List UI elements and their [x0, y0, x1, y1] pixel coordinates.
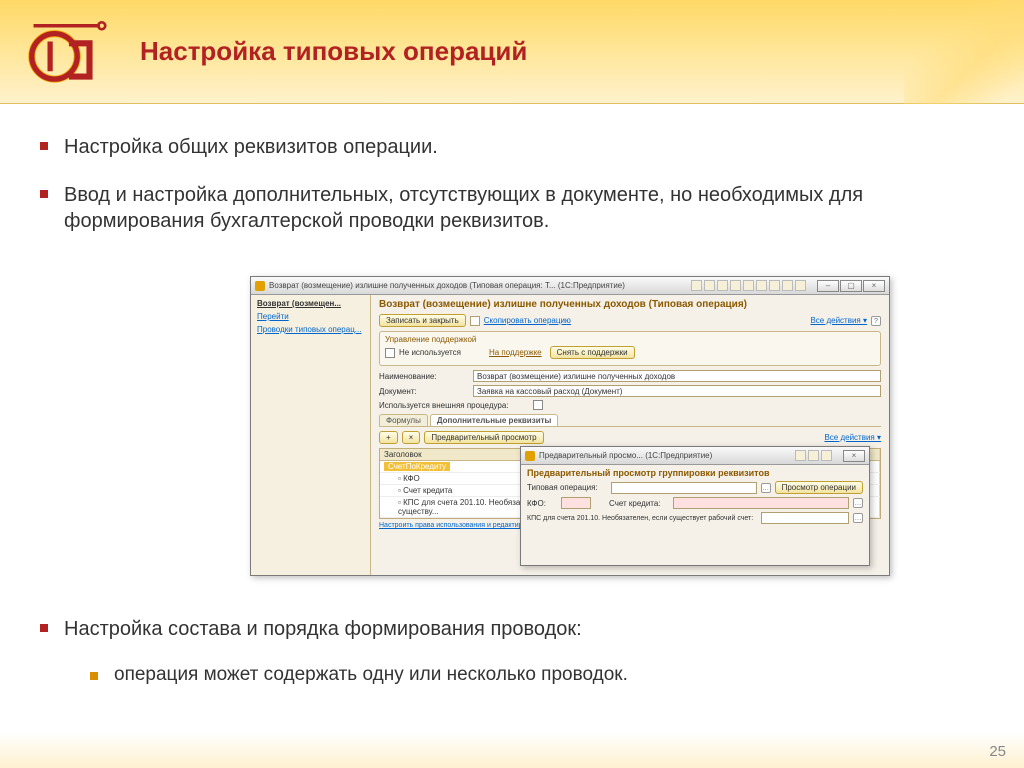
title-toolbar[interactable] — [691, 280, 806, 291]
bullet-3: Настройка состава и порядка формирования… — [40, 616, 984, 642]
grid-toolbar: + × Предварительный просмотр Все действи… — [379, 431, 881, 444]
popup-kps-label: КПС для счета 201.10. Необязателен, если… — [527, 515, 757, 522]
sidebar-link-goto[interactable]: Перейти — [257, 312, 364, 321]
form-toolbar: Записать и закрыть Скопировать операцию … — [379, 314, 881, 327]
bullet-text: Настройка состава и порядка формирования… — [64, 616, 582, 642]
preview-button[interactable]: Предварительный просмотр — [424, 431, 543, 444]
slide-header: Настройка типовых операций — [0, 0, 1024, 104]
maximize-button[interactable]: ▢ — [840, 280, 862, 292]
popup-kfo-label: КФО: — [527, 499, 557, 508]
sidebar-link-entries[interactable]: Проводки типовых операц... — [257, 325, 364, 334]
name-field[interactable]: Возврат (возмещение) излишне полученных … — [473, 370, 881, 382]
support-groupbox: Управление поддержкой Не используется На… — [379, 331, 881, 366]
popup-kps-field[interactable] — [761, 512, 849, 524]
lookup-icon[interactable]: … — [853, 498, 863, 508]
not-used-checkbox[interactable] — [385, 348, 395, 358]
slide-content: Настройка общих реквизитов операции. Вво… — [0, 104, 1024, 266]
not-used-label: Не используется — [399, 348, 461, 357]
ext-proc-label: Используется внешняя процедура: — [379, 401, 529, 410]
popup-window-title: Предварительный просмо... (1С:Предприяти… — [539, 451, 712, 460]
app-icon — [525, 451, 535, 461]
tabs: Формулы Дополнительные реквизиты — [379, 414, 881, 427]
popup-title-toolbar[interactable] — [795, 450, 832, 461]
document-label: Документ: — [379, 387, 469, 396]
bullet-marker — [90, 672, 98, 680]
page-number: 25 — [989, 743, 1006, 760]
preview-popup: Предварительный просмо... (1С:Предприяти… — [520, 446, 870, 566]
slide-content-lower: Настройка состава и порядка формирования… — [0, 616, 1024, 696]
copy-operation-link[interactable]: Скопировать операцию — [484, 316, 571, 325]
bullet-1: Настройка общих реквизитов операции. — [40, 134, 984, 160]
popup-op-label: Типовая операция: — [527, 483, 607, 492]
cell-title[interactable]: КФО — [403, 474, 420, 483]
add-button[interactable]: + — [379, 431, 398, 444]
bullet-text: операция может содержать одну или нескол… — [114, 664, 628, 686]
sub-bullet-3-1: операция может содержать одну или нескол… — [90, 664, 984, 686]
popup-heading: Предварительный просмотр группировки рек… — [527, 468, 863, 478]
tab-additional[interactable]: Дополнительные реквизиты — [430, 414, 559, 426]
save-close-button[interactable]: Записать и закрыть — [379, 314, 466, 327]
form-title: Возврат (возмещение) излишне полученных … — [379, 299, 881, 310]
embedded-screenshot: Возврат (возмещение) излишне полученных … — [250, 276, 890, 596]
cell-title[interactable]: СчетПоКредиту — [384, 462, 450, 471]
bullet-marker — [40, 142, 48, 150]
lookup-icon[interactable]: … — [853, 513, 863, 523]
popup-close-button[interactable]: × — [843, 450, 865, 462]
help-icon[interactable]: ? — [871, 316, 881, 326]
bullet-text: Ввод и настройка дополнительных, отсутст… — [64, 182, 984, 234]
slide-title: Настройка типовых операций — [140, 36, 527, 67]
popup-credit-label: Счет кредита: — [609, 499, 669, 508]
grid-all-actions[interactable]: Все действия ▾ — [824, 433, 881, 442]
logo-1c — [20, 17, 110, 87]
bullet-marker — [40, 190, 48, 198]
view-operation-button[interactable]: Просмотр операции — [775, 481, 863, 494]
remove-support-button[interactable]: Снять с поддержки — [550, 346, 635, 359]
close-button[interactable]: × — [863, 280, 885, 292]
app-icon — [255, 281, 265, 291]
window-title: Возврат (возмещение) излишне полученных … — [269, 281, 625, 290]
minimize-button[interactable]: – — [817, 280, 839, 292]
popup-titlebar[interactable]: Предварительный просмо... (1С:Предприяти… — [521, 447, 869, 465]
name-label: Наименование: — [379, 372, 469, 381]
popup-kfo-field[interactable] — [561, 497, 591, 509]
ext-proc-checkbox[interactable] — [533, 400, 543, 410]
cell-title[interactable]: Счет кредита — [403, 486, 452, 495]
window-controls[interactable]: –▢× — [816, 280, 885, 292]
lookup-icon[interactable]: … — [761, 483, 771, 493]
header-decoration — [904, 0, 1024, 104]
popup-credit-field[interactable] — [673, 497, 849, 509]
popup-op-field[interactable] — [611, 482, 757, 494]
groupbox-title: Управление поддержкой — [385, 335, 875, 344]
all-actions-link[interactable]: Все действия ▾ — [810, 316, 867, 325]
footer-gradient — [0, 732, 1024, 768]
titlebar[interactable]: Возврат (возмещение) излишне полученных … — [251, 277, 889, 295]
bullet-marker — [40, 624, 48, 632]
delete-button[interactable]: × — [402, 431, 421, 444]
sidebar-header: Возврат (возмещен... — [257, 299, 364, 308]
document-field[interactable]: Заявка на кассовый расход (Документ) — [473, 385, 881, 397]
bullet-2: Ввод и настройка дополнительных, отсутст… — [40, 182, 984, 234]
nav-sidebar: Возврат (возмещен... Перейти Проводки ти… — [251, 295, 371, 575]
save-icon-button[interactable] — [470, 316, 480, 326]
popup-window-controls[interactable]: × — [842, 450, 865, 462]
on-support-link[interactable]: На поддержке — [489, 348, 542, 357]
bullet-text: Настройка общих реквизитов операции. — [64, 134, 438, 160]
tab-formulas[interactable]: Формулы — [379, 414, 428, 426]
